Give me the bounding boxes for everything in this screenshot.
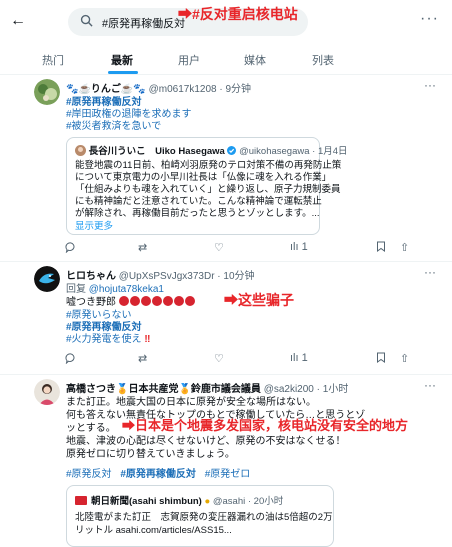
reply-icon[interactable] bbox=[64, 241, 76, 256]
repost-icon[interactable]: ⇄ bbox=[138, 352, 147, 365]
search-icon bbox=[80, 14, 93, 27]
post-more-icon[interactable]: ··· bbox=[424, 378, 436, 392]
quote-author-handle: @uikohasegawa · 1月4日 bbox=[239, 146, 348, 157]
post[interactable]: ヒロちゃん @UpXsPSvJgx373Dr · 10分钟 ··· 回复 @ho… bbox=[0, 262, 452, 375]
hashtag[interactable]: #原発ゼロ bbox=[205, 469, 251, 480]
quoted-post[interactable]: 朝日新聞(asahi shimbun) ● @asahi · 20小时 北陸電が… bbox=[66, 485, 334, 547]
views-count: 1 bbox=[301, 241, 308, 253]
tab-lists[interactable]: 列表 bbox=[312, 52, 334, 68]
reply-icon[interactable] bbox=[64, 352, 76, 367]
tab-bar: 热门 最新 用户 媒体 列表 bbox=[0, 44, 452, 75]
quote-text-line: が解除され、再稼働目前だったと思うとゾッとします。... bbox=[75, 208, 320, 219]
like-icon[interactable]: ♡ bbox=[214, 241, 224, 254]
annotation-search: ➡#反对重启核电站 bbox=[178, 6, 298, 22]
repost-icon[interactable]: ⇄ bbox=[138, 241, 147, 254]
top-bar: ← #原発再稼働反対 ➡#反对重启核电站 ··· bbox=[0, 0, 452, 44]
avatar[interactable] bbox=[34, 79, 60, 105]
bookmark-icon[interactable] bbox=[376, 241, 386, 255]
quote-text-line: 北陸電がまた訂正 志賀原発の変圧器漏れの油は5倍超の2万 bbox=[75, 512, 333, 523]
quote-author-handle: @asahi · 20小时 bbox=[212, 496, 284, 507]
annotation-earthquake: ➡日本是个地震多发国家，核电站没有安全的地方 bbox=[122, 418, 409, 433]
quote-avatar bbox=[75, 145, 86, 156]
annotation-liars: ➡这些骗子 bbox=[224, 292, 294, 308]
views-icon[interactable]: ılı 1 bbox=[290, 241, 308, 253]
post-more-icon[interactable]: ··· bbox=[424, 78, 436, 92]
like-icon[interactable]: ♡ bbox=[214, 352, 224, 365]
post[interactable]: 🐾☕りんご☕🐾 @m0617k1208 · 9分钟 ··· #原発再稼働反対 #… bbox=[0, 75, 452, 262]
post[interactable]: 高橋さつき🏅日本共産党🏅鈴鹿市議会議員 @sa2ki200 · 1小时 ··· … bbox=[0, 375, 452, 547]
views-count: 1 bbox=[301, 352, 308, 364]
tab-media[interactable]: 媒体 bbox=[244, 52, 266, 68]
bookmark-icon[interactable] bbox=[376, 352, 386, 366]
avatar[interactable] bbox=[34, 379, 60, 405]
exclamation-emoji: ‼ bbox=[144, 334, 151, 345]
share-icon[interactable]: ⇧ bbox=[400, 241, 409, 254]
verified-icon bbox=[227, 146, 237, 155]
tab-latest[interactable]: 最新 bbox=[111, 52, 133, 68]
avatar[interactable] bbox=[34, 266, 60, 292]
hashtag[interactable]: #被災者救済を急いで bbox=[66, 121, 161, 132]
hashtag[interactable]: #火力発電を使え bbox=[66, 334, 142, 345]
search-query[interactable]: #原発再稼働反対 bbox=[102, 15, 185, 31]
hashtag[interactable]: #原発再稼働反対 bbox=[120, 469, 196, 480]
hashtag[interactable]: #原発反対 bbox=[66, 469, 112, 480]
views-icon[interactable]: ılı 1 bbox=[290, 352, 308, 364]
back-arrow-icon[interactable]: ← bbox=[10, 12, 26, 30]
tab-hot[interactable]: 热门 bbox=[42, 52, 64, 68]
quote-author-name: 朝日新聞(asahi shimbun) bbox=[91, 496, 202, 507]
more-options-icon[interactable]: ··· bbox=[420, 10, 439, 28]
active-tab-indicator bbox=[108, 71, 138, 74]
verified-gold-icon: ● bbox=[204, 496, 211, 507]
share-icon[interactable]: ⇧ bbox=[400, 352, 409, 365]
quote-author-name: 長谷川ういこ Uiko Hasegawa bbox=[88, 146, 225, 157]
post-text-line: 原発ゼロに切り替えていきましょう。 bbox=[66, 449, 235, 460]
asahi-logo-icon bbox=[75, 496, 87, 505]
show-more-link[interactable]: 显示更多 bbox=[75, 218, 113, 232]
quote-text-line: リットル asahi.com/articles/ASS15... bbox=[75, 525, 232, 536]
author-handle[interactable]: @m0617k1208 · 9分钟 bbox=[149, 84, 251, 95]
post-more-icon[interactable]: ··· bbox=[424, 265, 436, 279]
quoted-post[interactable]: 長谷川ういこ Uiko Hasegawa @uikohasegawa · 1月4… bbox=[66, 137, 348, 235]
tab-users[interactable]: 用户 bbox=[178, 52, 200, 68]
